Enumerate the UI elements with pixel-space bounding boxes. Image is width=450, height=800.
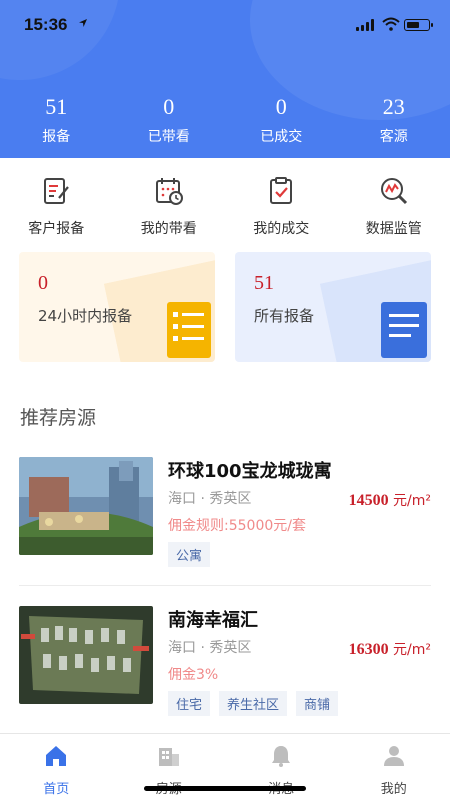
edit-report-icon bbox=[44, 178, 70, 204]
divider bbox=[19, 585, 431, 586]
action-data-monitor[interactable]: 数据监管 bbox=[338, 172, 450, 238]
property-tag: 公寓 bbox=[168, 542, 211, 567]
battery-icon bbox=[404, 19, 433, 31]
property-name: 环球100宝龙城珑寓 bbox=[168, 461, 332, 482]
tab-home[interactable]: 首页 bbox=[0, 734, 113, 800]
card-24h-reports[interactable]: 0 24小时内报备 bbox=[19, 252, 215, 362]
property-price: 16300 元/m² bbox=[349, 639, 431, 659]
commission-rule: 佣金规则:55000元/套 bbox=[168, 518, 306, 534]
stat-label: 报备 bbox=[42, 129, 71, 145]
stat-label: 已成交 bbox=[260, 129, 303, 145]
stat-clients[interactable]: 23 客源 bbox=[338, 92, 450, 146]
action-label: 客户报备 bbox=[28, 221, 85, 237]
stat-label: 客源 bbox=[379, 129, 408, 145]
wifi-icon bbox=[382, 17, 400, 31]
commission-rule: 佣金3% bbox=[168, 667, 219, 683]
status-time: 15:36 bbox=[24, 15, 68, 34]
section-title: 推荐房源 bbox=[20, 407, 97, 429]
tab-label: 首页 bbox=[43, 782, 70, 797]
document-icon bbox=[381, 302, 427, 358]
property-location: 海口 · 秀英区 bbox=[168, 491, 252, 507]
action-label: 我的成交 bbox=[253, 221, 310, 237]
card-label: 24小时内报备 bbox=[38, 307, 133, 325]
user-icon bbox=[383, 746, 404, 766]
bell-icon bbox=[272, 746, 291, 767]
property-tags: 公寓 bbox=[168, 542, 211, 567]
tab-profile[interactable]: 我的 bbox=[338, 734, 450, 800]
status-bar: 15:36 bbox=[0, 0, 450, 46]
stat-closed[interactable]: 0 已成交 bbox=[225, 92, 338, 146]
price-unit: 元/m² bbox=[393, 493, 431, 509]
quick-actions: 客户报备 我的带看 我的成交 数据监管 bbox=[0, 172, 450, 238]
property-listing[interactable]: 南海幸福汇 海口 · 秀英区 16300 元/m² 佣金3% 住宅 养生社区 商… bbox=[19, 606, 431, 718]
stat-value: 51 bbox=[45, 94, 68, 119]
property-price: 14500 元/m² bbox=[349, 490, 431, 510]
action-client-report[interactable]: 客户报备 bbox=[0, 172, 113, 238]
stats-row: 51 报备 0 已带看 0 已成交 23 客源 bbox=[0, 92, 450, 146]
clipboard-check-icon bbox=[270, 177, 293, 204]
home-icon bbox=[46, 746, 67, 766]
calendar-clock-icon bbox=[155, 178, 183, 205]
stats-header: 15:36 51 报备 0 已带看 0 已成交 23 客源 bbox=[0, 0, 450, 158]
property-tag: 养生社区 bbox=[219, 691, 288, 716]
checklist-icon bbox=[167, 302, 211, 358]
stat-value: 23 bbox=[382, 94, 405, 119]
stat-value: 0 bbox=[163, 94, 175, 119]
action-label: 数据监管 bbox=[365, 221, 422, 237]
card-label: 所有报备 bbox=[254, 307, 315, 325]
card-value: 51 bbox=[254, 272, 274, 294]
stat-reported[interactable]: 51 报备 bbox=[0, 92, 113, 146]
property-tags: 住宅 养生社区 商铺 bbox=[168, 691, 339, 716]
property-photo bbox=[19, 606, 153, 704]
tab-label: 我的 bbox=[380, 782, 407, 797]
action-label: 我的带看 bbox=[140, 221, 197, 237]
stat-viewed[interactable]: 0 已带看 bbox=[113, 92, 226, 146]
home-indicator[interactable] bbox=[144, 786, 306, 791]
property-name: 南海幸福汇 bbox=[168, 610, 258, 631]
magnify-chart-icon bbox=[380, 178, 407, 205]
property-tag: 商铺 bbox=[296, 691, 339, 716]
card-value: 0 bbox=[38, 272, 48, 294]
property-photo bbox=[19, 457, 153, 555]
location-arrow-icon bbox=[79, 19, 87, 27]
price-value: 16300 bbox=[348, 641, 389, 658]
property-listing[interactable]: 环球100宝龙城珑寓 海口 · 秀英区 14500 元/m² 佣金规则:5500… bbox=[19, 457, 431, 569]
property-tag: 住宅 bbox=[168, 691, 211, 716]
action-my-deals[interactable]: 我的成交 bbox=[225, 172, 338, 238]
price-value: 14500 bbox=[348, 492, 389, 509]
summary-cards: 0 24小时内报备 51 所有报备 bbox=[19, 252, 431, 362]
stat-value: 0 bbox=[275, 94, 287, 119]
cellular-signal-icon bbox=[356, 19, 374, 31]
stat-label: 已带看 bbox=[147, 129, 190, 145]
building-icon bbox=[158, 748, 179, 766]
price-unit: 元/m² bbox=[393, 642, 431, 658]
card-all-reports[interactable]: 51 所有报备 bbox=[235, 252, 431, 362]
action-my-viewings[interactable]: 我的带看 bbox=[113, 172, 226, 238]
property-location: 海口 · 秀英区 bbox=[168, 640, 252, 656]
